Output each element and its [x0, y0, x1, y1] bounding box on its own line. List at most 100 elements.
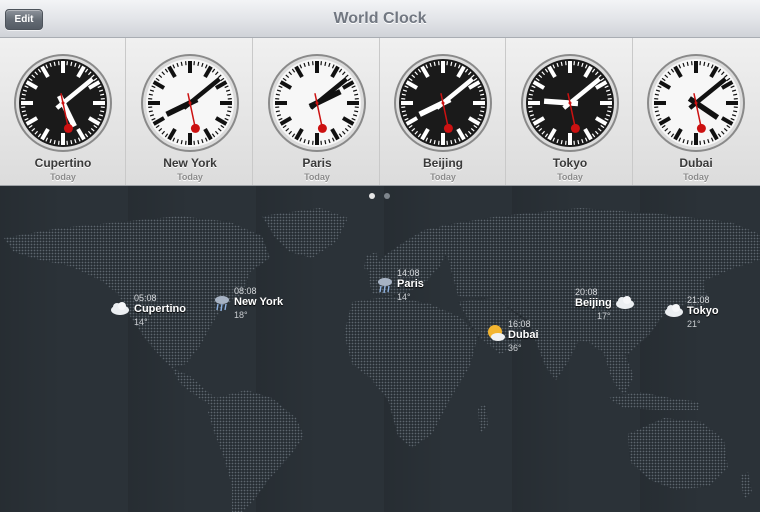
page-title: World Clock [333, 10, 427, 27]
clock-center-pin [61, 101, 65, 105]
minute-tick [560, 140, 563, 145]
cloudy-night-icon [665, 304, 683, 317]
marker-city: Tokyo [687, 305, 719, 317]
minute-tick [307, 140, 310, 145]
analog-clock-icon [141, 54, 239, 152]
marker-time: 21:08 [687, 295, 710, 305]
analog-clock-icon [268, 54, 366, 152]
sun-cloud-icon [488, 325, 505, 341]
marker-city: Beijing [575, 297, 612, 309]
second-hand-tip [190, 123, 200, 133]
rain-icon [215, 296, 229, 312]
minute-tick [100, 110, 105, 113]
navigation-bar: Edit World Clock [0, 0, 760, 38]
minute-tick [528, 93, 533, 96]
minute-tick [560, 61, 563, 66]
minute-tick [433, 61, 436, 66]
minute-tick [21, 110, 26, 113]
marker-temperature: 18° [234, 310, 248, 320]
clock-cell-dubai[interactable]: Dubai Today [633, 38, 759, 185]
analog-clock-icon [647, 54, 745, 152]
minute-tick [227, 110, 232, 113]
marker-temperature: 17° [597, 311, 611, 321]
minute-tick [733, 93, 738, 96]
clock-city-label: Dubai [679, 156, 713, 170]
minute-tick [354, 110, 359, 113]
clock-city-label: Tokyo [552, 156, 588, 170]
minute-tick [70, 140, 73, 145]
minute-tick [433, 140, 436, 145]
clock-city-label: Paris [302, 156, 332, 170]
minute-tick [686, 61, 689, 66]
minute-tick [70, 61, 73, 66]
minute-tick [275, 93, 280, 96]
marker-city: Cupertino [134, 303, 186, 315]
marker-city: Paris [397, 278, 424, 290]
marker-temperature: 14° [134, 317, 148, 327]
minute-tick [354, 93, 359, 96]
minute-tick [53, 140, 56, 145]
analog-clock-icon [521, 54, 619, 152]
clock-day-label: Today [177, 172, 203, 182]
minute-tick [100, 93, 105, 96]
world-map [0, 186, 760, 512]
page-indicator-dot-active[interactable] [369, 193, 375, 199]
page-indicator-dot[interactable] [384, 193, 390, 199]
minute-tick [480, 93, 485, 96]
clock-center-pin [188, 101, 192, 105]
rain-icon [378, 278, 392, 294]
clock-city-label: Beijing [422, 156, 463, 170]
world-map-view[interactable]: 05:08 Cupertino 14° 08:08 New York 18° 1… [0, 186, 760, 512]
minute-tick [733, 110, 738, 113]
clock-cell-tokyo[interactable]: Tokyo Today [507, 38, 633, 185]
clock-center-pin [441, 101, 445, 105]
minute-tick [607, 110, 612, 113]
clock-cell-paris[interactable]: Paris Today [254, 38, 380, 185]
marker-temperature: 14° [397, 292, 411, 302]
analog-clock-icon [14, 54, 112, 152]
second-hand-tip [443, 123, 453, 133]
minute-tick [703, 140, 706, 145]
minute-tick [401, 93, 406, 96]
minute-tick [577, 140, 580, 145]
minute-tick [450, 140, 453, 145]
minute-tick [227, 93, 232, 96]
second-hand-tip [696, 123, 706, 133]
marker-time: 08:08 [234, 286, 257, 296]
clock-cell-new-york[interactable]: New York Today [127, 38, 253, 185]
minute-tick [275, 110, 280, 113]
clock-cell-cupertino[interactable]: Cupertino Today [0, 38, 126, 185]
minute-tick [21, 93, 26, 96]
minute-tick [450, 61, 453, 66]
marker-temperature: 21° [687, 319, 701, 329]
minute-tick [324, 61, 327, 66]
marker-time: 20:08 [575, 287, 598, 297]
marker-city: New York [234, 296, 284, 308]
clock-center-pin [315, 101, 319, 105]
second-hand-tip [63, 123, 73, 133]
clock-strip[interactable]: Cupertino Today New York Today Paris Tod… [0, 38, 760, 186]
marker-temperature: 36° [508, 343, 522, 353]
minute-tick [607, 93, 612, 96]
minute-tick [654, 93, 659, 96]
minute-tick [528, 110, 533, 113]
clock-cell-beijing[interactable]: Beijing Today [380, 38, 506, 185]
marker-time: 16:08 [508, 319, 531, 329]
clock-day-label: Today [430, 172, 456, 182]
clock-day-label: Today [50, 172, 76, 182]
minute-tick [197, 61, 200, 66]
clock-center-pin [568, 101, 572, 105]
minute-tick [180, 61, 183, 66]
clock-day-label: Today [683, 172, 709, 182]
clock-center-pin [694, 101, 698, 105]
minute-tick [148, 93, 153, 96]
analog-clock-icon [394, 54, 492, 152]
marker-time: 14:08 [397, 268, 420, 278]
cloudy-night-icon [616, 296, 634, 309]
minute-tick [401, 110, 406, 113]
minute-tick [686, 140, 689, 145]
minute-tick [703, 61, 706, 66]
clock-city-label: New York [163, 156, 217, 170]
minute-tick [53, 61, 56, 66]
minute-tick [148, 110, 153, 113]
